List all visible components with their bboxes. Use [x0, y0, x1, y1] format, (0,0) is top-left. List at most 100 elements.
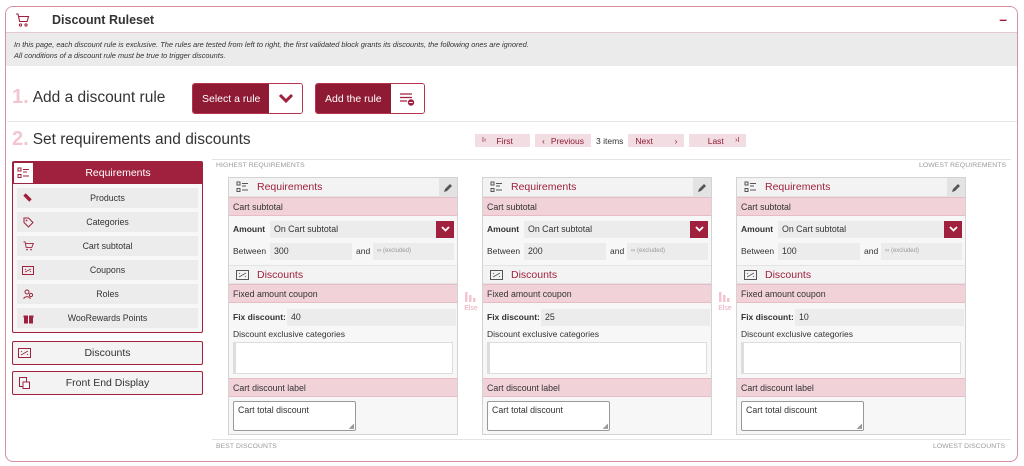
last-page-button[interactable]: Last ›I [689, 134, 747, 147]
lowest-discounts-caption: LOWEST DISCOUNTS [933, 443, 1006, 450]
collapse-button[interactable]: – [999, 11, 1007, 27]
discounts-title: Discounts [511, 268, 558, 281]
and-label: and [610, 246, 625, 256]
discounts-title: Discounts [257, 268, 304, 281]
amount-select[interactable]: On Cart subtotal [270, 220, 436, 238]
fix-discount-input[interactable]: 25 [541, 308, 710, 326]
step-label: Add a discount rule [32, 88, 166, 106]
step-1-heading: 1. Add a discount rule [12, 86, 165, 109]
checklist-icon [13, 162, 34, 184]
sidebar-discounts-button[interactable]: Discounts [12, 341, 203, 365]
between-max-input[interactable]: ∞ (excluded) [881, 242, 962, 260]
users-icon [17, 289, 39, 300]
between-min-input[interactable]: 200 [524, 242, 606, 260]
fix-discount-input[interactable]: 10 [795, 308, 964, 326]
fix-discount-row: Fix discount: 40 [229, 306, 457, 328]
amount-row: Amount On Cart subtotal [737, 218, 965, 240]
amount-label: Amount [233, 224, 266, 234]
discounts-header: Discounts [229, 265, 457, 284]
cart-discount-label-input[interactable]: Cart total discount ◢ [741, 401, 864, 431]
highest-requirements-caption: HIGHEST REQUIREMENTS [216, 162, 305, 169]
edit-icon[interactable] [693, 178, 711, 197]
sidebar-item-woorewards-points[interactable]: WooRewards Points [17, 308, 198, 328]
resize-handle-icon[interactable]: ◢ [349, 422, 354, 430]
sidebar-front-end-display-button[interactable]: Front End Display [12, 371, 203, 395]
intro-notice: In this page, each discount rule is excl… [6, 33, 1017, 66]
fix-discount-label: Fix discount: [233, 312, 286, 322]
cart-discount-label-value: Cart total discount [492, 405, 563, 415]
checklist-icon [231, 181, 253, 193]
select-rule-dropdown[interactable]: Select a rule [192, 83, 304, 114]
discounts-header: Discounts [483, 265, 711, 284]
amount-select[interactable]: On Cart subtotal [778, 220, 944, 238]
exclusive-categories-input[interactable] [233, 342, 453, 374]
next-page-button[interactable]: Next › [628, 134, 685, 147]
between-row: Between 100 and ∞ (excluded) [737, 240, 965, 262]
requirements-scale-line [212, 159, 1011, 160]
panel-header: Discount Ruleset – [6, 7, 1017, 33]
cart-discount-label-header: Cart discount label [483, 378, 711, 397]
requirements-menu: Requirements Products Categories Cart su… [12, 161, 203, 333]
between-min-input[interactable]: 300 [270, 242, 352, 260]
checklist-icon [739, 181, 761, 193]
sidebar-item-categories[interactable]: Categories [17, 212, 198, 232]
fixed-amount-coupon-header: Fixed amount coupon [229, 284, 457, 303]
checklist-icon [485, 181, 507, 193]
requirements-header: Requirements [483, 178, 711, 197]
coupon-icon [17, 265, 39, 275]
discount-rule-card: Requirements Cart subtotal Amount On Car… [482, 177, 712, 435]
requirements-title: Requirements [257, 181, 323, 193]
chevron-down-icon[interactable] [436, 220, 454, 238]
first-page-icon: I‹ [482, 137, 487, 144]
sidebar-item-roles[interactable]: Roles [17, 284, 198, 304]
fix-discount-row: Fix discount: 25 [483, 306, 711, 328]
fix-discount-label: Fix discount: [487, 312, 540, 322]
exclusive-categories-input[interactable] [487, 342, 707, 374]
edit-icon[interactable] [947, 178, 965, 197]
amount-row: Amount On Cart subtotal [483, 218, 711, 240]
exclusive-categories-label: Discount exclusive categories [741, 329, 853, 339]
amount-label: Amount [487, 224, 520, 234]
step-number: 1. [12, 86, 29, 108]
best-discounts-caption: BEST DISCOUNTS [216, 443, 277, 450]
cart-icon [17, 241, 39, 251]
lowest-requirements-caption: LOWEST REQUIREMENTS [919, 162, 1007, 169]
between-min-input[interactable]: 100 [778, 242, 860, 260]
chevron-down-icon[interactable] [690, 220, 708, 238]
between-max-input[interactable]: ∞ (excluded) [373, 242, 454, 260]
discount-rule-card: Requirements Cart subtotal Amount On Car… [736, 177, 966, 435]
requirements-menu-header[interactable]: Requirements [13, 162, 202, 184]
step-2-heading: 2. Set requirements and discounts [12, 128, 251, 151]
cart-subtotal-header: Cart subtotal [483, 197, 711, 216]
resize-handle-icon[interactable]: ◢ [857, 422, 862, 430]
requirements-header: Requirements [737, 178, 965, 197]
step-label: Set requirements and discounts [32, 130, 251, 148]
step-bars-icon [465, 292, 476, 302]
between-row: Between 200 and ∞ (excluded) [483, 240, 711, 262]
between-label: Between [233, 246, 267, 256]
between-label: Between [741, 246, 775, 256]
sidebar-item-products[interactable]: Products [17, 188, 198, 208]
amount-select[interactable]: On Cart subtotal [524, 220, 690, 238]
else-label: Else [464, 305, 478, 312]
sidebar-item-cart-subtotal[interactable]: Cart subtotal [17, 236, 198, 256]
sidebar-item-coupons[interactable]: Coupons [17, 260, 198, 280]
resize-handle-icon[interactable]: ◢ [603, 422, 608, 430]
fixed-amount-coupon-header: Fixed amount coupon [737, 284, 965, 303]
discounts-scale-line [212, 439, 1011, 440]
previous-page-button[interactable]: ‹ Previous [535, 134, 591, 147]
cart-discount-label-input[interactable]: Cart total discount ◢ [233, 401, 356, 431]
requirements-title: Requirements [765, 181, 831, 193]
cart-discount-label-input[interactable]: Cart total discount ◢ [487, 401, 610, 431]
discount-rule-card: Requirements Cart subtotal Amount On Car… [228, 177, 458, 435]
exclusive-categories-input[interactable] [741, 342, 961, 374]
add-rule-button[interactable]: Add the rule [315, 83, 425, 114]
fix-discount-input[interactable]: 40 [287, 308, 456, 326]
first-page-button[interactable]: I‹ First [475, 134, 530, 147]
chevron-down-icon[interactable] [944, 220, 962, 238]
step-number: 2. [12, 128, 29, 150]
item-count: 3 items [596, 135, 624, 146]
between-max-input[interactable]: ∞ (excluded) [627, 242, 708, 260]
edit-icon[interactable] [439, 178, 457, 197]
cart-subtotal-header: Cart subtotal [229, 197, 457, 216]
